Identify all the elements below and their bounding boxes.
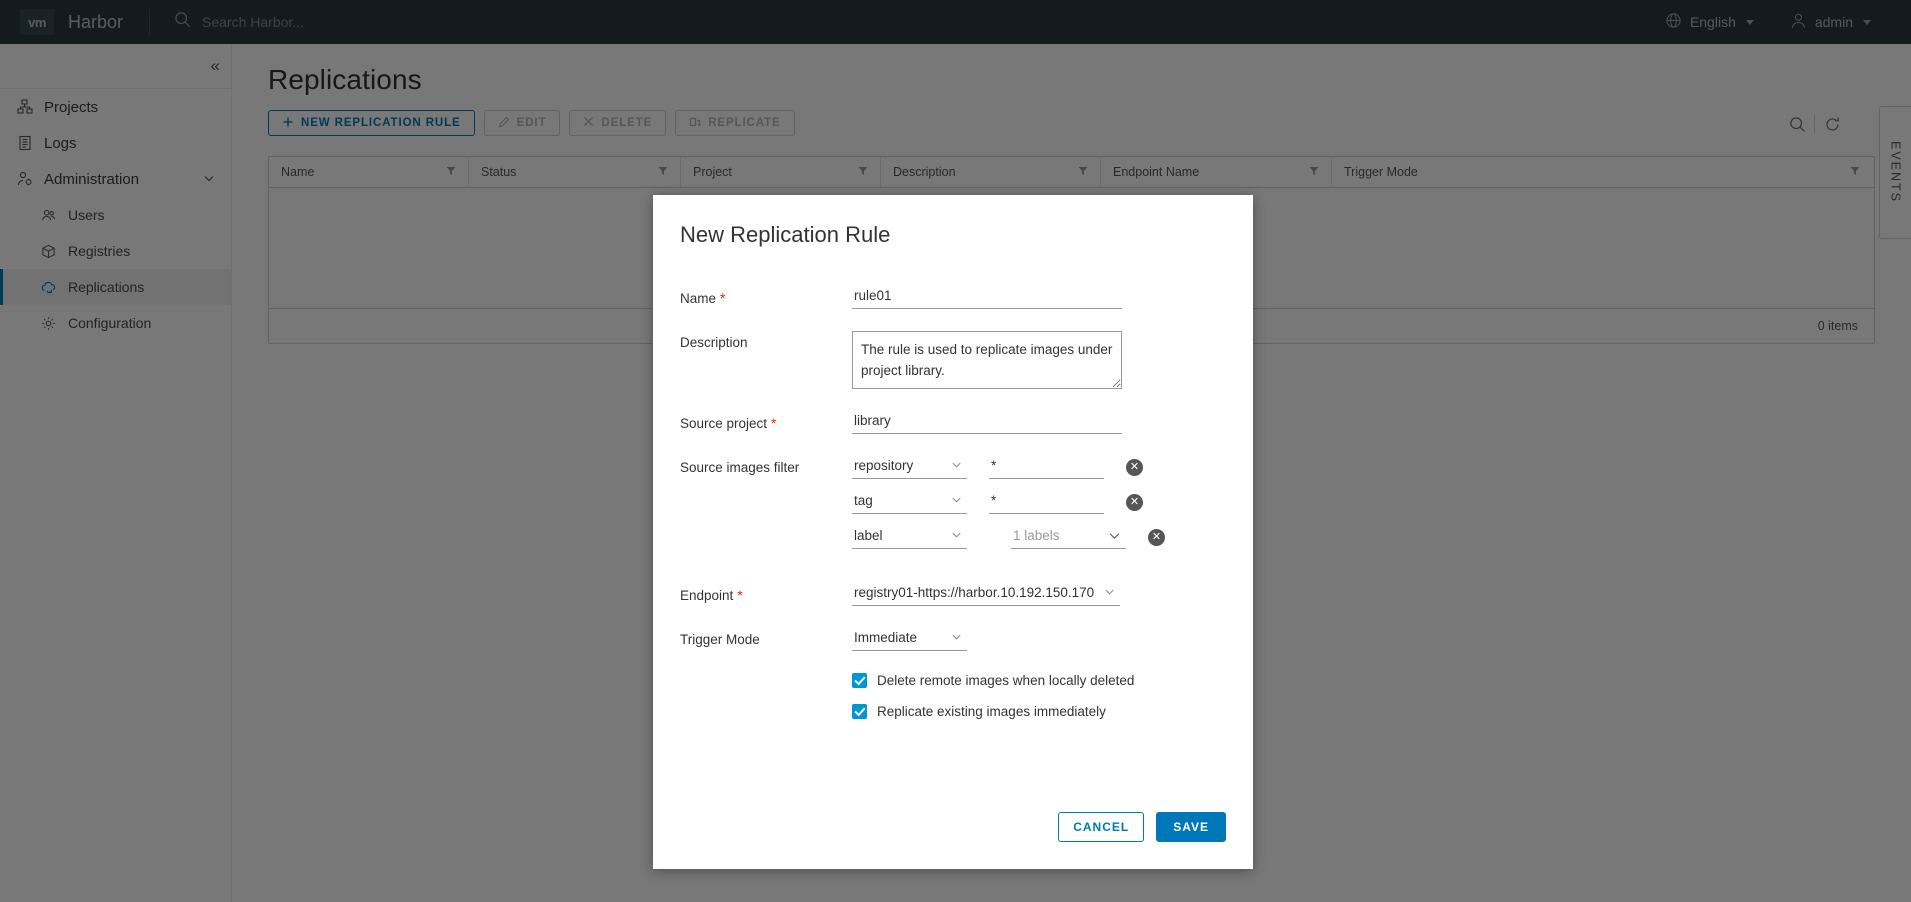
- label-select[interactable]: 1 labels: [1011, 526, 1126, 549]
- endpoint-select[interactable]: registry01-https://harbor.10.192.150.170: [852, 583, 1120, 606]
- trigger-mode-row: Trigger Mode Immediate: [680, 628, 1253, 651]
- delete-remote-images-row: Delete remote images when locally delete…: [852, 673, 1253, 688]
- delete-remote-images-checkbox[interactable]: [852, 673, 867, 688]
- description-label: Description: [680, 335, 748, 350]
- required-marker: *: [720, 290, 726, 306]
- source-project-input[interactable]: [852, 411, 1122, 434]
- replicate-existing-images-checkbox[interactable]: [852, 704, 867, 719]
- filter-type-select-wrap: tag: [852, 491, 967, 514]
- delete-remote-images-label: Delete remote images when locally delete…: [877, 673, 1135, 688]
- filter-type-select[interactable]: tag: [852, 491, 967, 514]
- replicate-existing-images-label: Replicate existing images immediately: [877, 704, 1106, 719]
- endpoint-row: Endpoint * registry01-https://harbor.10.1…: [680, 583, 1253, 606]
- replication-rule-form: Name* Description The rule is used to re…: [653, 248, 1253, 719]
- source-project-label-text: Source project: [680, 416, 768, 431]
- name-input[interactable]: [852, 286, 1122, 309]
- remove-filter-icon[interactable]: ✕: [1126, 494, 1143, 511]
- name-label-text: Name: [680, 291, 717, 306]
- harbor-app: vm Harbor English: [0, 0, 1911, 902]
- filter-type-select-wrap: label: [852, 526, 967, 549]
- replicate-existing-images-row: Replicate existing images immediately: [852, 704, 1253, 719]
- filter-type-select[interactable]: label: [852, 526, 967, 549]
- modal-footer: CANCEL SAVE: [653, 812, 1253, 869]
- remove-filter-icon[interactable]: ✕: [1126, 459, 1143, 476]
- trigger-mode-label: Trigger Mode: [680, 632, 760, 647]
- filter-type-select[interactable]: repository: [852, 456, 967, 479]
- filter-value-input[interactable]: [989, 491, 1104, 514]
- name-row: Name *: [680, 286, 1253, 309]
- filter-row: tag ✕: [852, 491, 1165, 514]
- required-marker: *: [771, 415, 777, 431]
- modal-title: New Replication Rule: [680, 222, 891, 247]
- save-button[interactable]: SAVE: [1156, 812, 1226, 842]
- cancel-button[interactable]: CANCEL: [1058, 812, 1145, 842]
- name-label: Name *: [680, 286, 852, 306]
- filter-row: label 1 labels ✕: [852, 526, 1165, 549]
- description-row: Description The rule is used to replicat…: [680, 331, 1253, 389]
- endpoint-label-text: Endpoint: [680, 588, 734, 603]
- source-images-filter-row: Source images filter repository ✕: [680, 456, 1253, 561]
- filter-row: repository ✕: [852, 456, 1165, 479]
- remove-filter-icon[interactable]: ✕: [1148, 529, 1165, 546]
- label-select-wrap: 1 labels: [989, 526, 1126, 549]
- endpoint-select-wrap: registry01-https://harbor.10.192.150.170: [852, 583, 1120, 606]
- trigger-mode-select[interactable]: Immediate: [852, 628, 967, 651]
- source-project-row: Source project *: [680, 411, 1253, 434]
- description-textarea[interactable]: The rule is used to replicate images und…: [852, 331, 1122, 389]
- source-images-filter-label: Source images filter: [680, 460, 800, 475]
- filter-list: repository ✕ tag: [852, 456, 1165, 561]
- source-project-label: Source project *: [680, 411, 852, 431]
- endpoint-label: Endpoint *: [680, 583, 852, 603]
- filter-value-input[interactable]: [989, 456, 1104, 479]
- required-marker: *: [737, 587, 743, 603]
- filter-type-select-wrap: repository: [852, 456, 967, 479]
- new-replication-rule-modal: New Replication Rule Name* Description T…: [653, 195, 1253, 869]
- trigger-mode-select-wrap: Immediate: [852, 628, 967, 651]
